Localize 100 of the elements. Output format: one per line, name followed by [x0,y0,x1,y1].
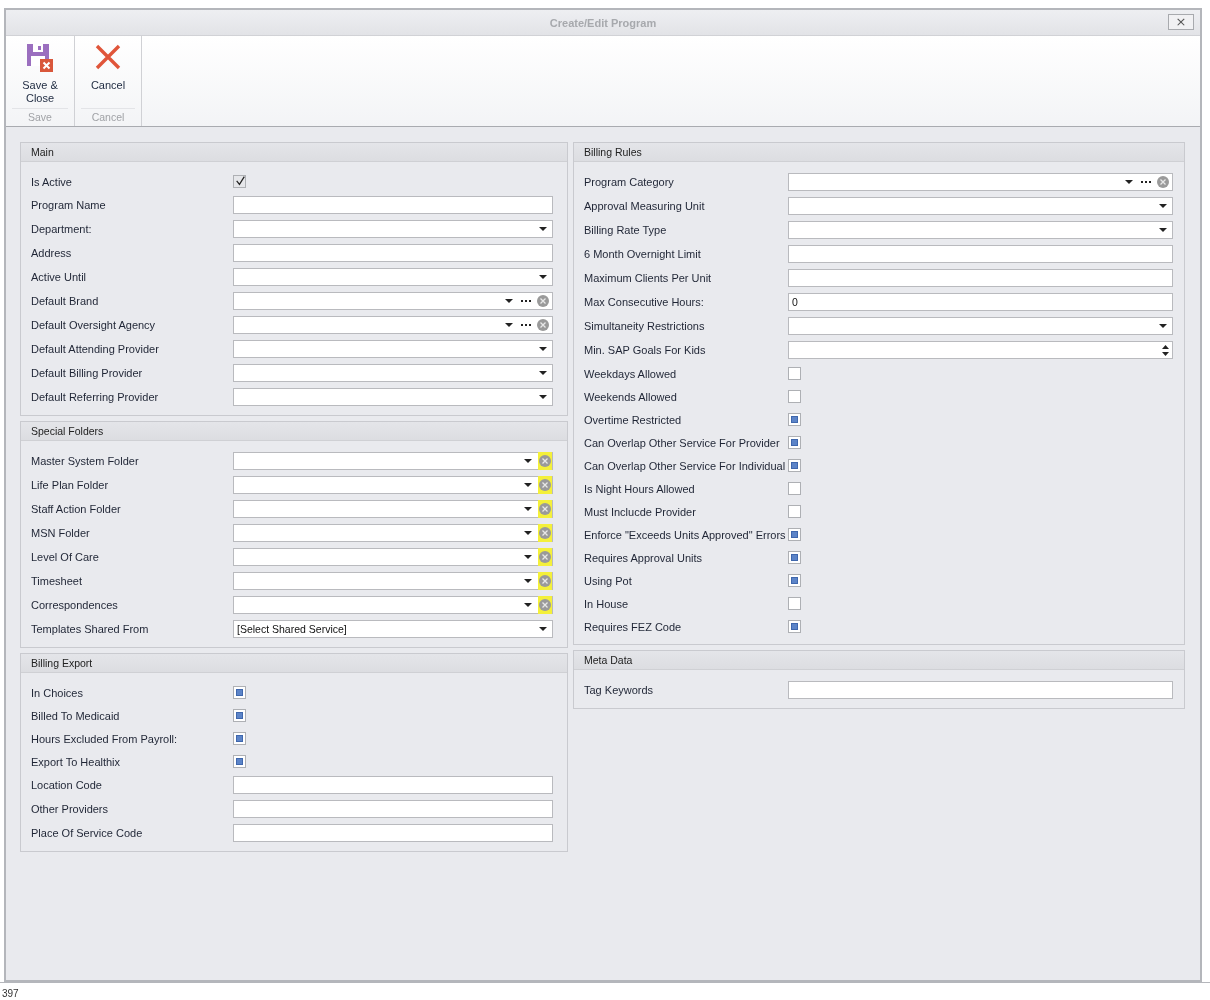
field-label: Is Night Hours Allowed [584,482,696,495]
group-header: Meta Data [574,651,1184,670]
dropdown-field[interactable] [233,524,553,542]
input-field[interactable] [233,244,553,262]
dropdown-arrow-icon [524,603,532,607]
save-icon [25,42,55,72]
field-label: Default Referring Provider [31,391,160,403]
field-label: Location Code [31,779,103,791]
lookup-field[interactable] [233,292,553,310]
field-label: MSN Folder [31,527,91,539]
lookup-field[interactable] [788,173,1173,191]
dropdown-arrow-icon [539,347,547,351]
field-label: Billing Rate Type [584,224,668,236]
dropdown-field[interactable] [233,548,553,566]
input-field[interactable] [233,800,553,818]
field-label: Can Overlap Other Service For Individual [584,459,787,472]
field-label: Approval Measuring Unit [584,200,706,212]
field-label: Master System Folder [31,455,140,467]
dropdown-arrow-icon [1159,204,1167,208]
field-label: Level Of Care [31,551,100,563]
dropdown-field[interactable] [233,340,553,358]
input-field[interactable] [233,824,553,842]
field-label: Correspondences [31,599,119,611]
ribbon-button[interactable]: Save & Close [8,36,72,108]
checkbox[interactable] [233,175,246,188]
input-field[interactable]: 0 [788,293,1173,311]
dropdown-arrow-icon [524,531,532,535]
dropdown-arrow-icon [539,371,547,375]
dropdown-field[interactable] [233,572,553,590]
dropdown-arrow-icon [505,299,513,303]
dropdown-field[interactable] [233,596,553,614]
field-label: Tag Keywords [584,684,655,696]
clear-icon [1157,176,1169,188]
field-label: Can Overlap Other Service For Provider [584,436,781,449]
field-label: Min. SAP Goals For Kids [584,344,707,356]
dropdown-arrow-icon [1159,228,1167,232]
field-label: Requires Approval Units [584,551,703,564]
field-label: Maximum Clients Per Unit [584,272,713,284]
dropdown-arrow-icon [524,507,532,511]
dropdown-field[interactable] [233,500,553,518]
dropdown-field[interactable] [788,197,1173,215]
group-header: Special Folders [21,422,567,441]
field-label: Life Plan Folder [31,479,110,491]
dropdown-field[interactable] [233,364,553,382]
close-button[interactable]: × [1168,14,1194,30]
group-header: Main [21,143,567,162]
checkbox[interactable] [788,367,801,380]
dropdown-arrow-icon [524,483,532,487]
field-label: Weekends Allowed [584,390,678,403]
field-label: Program Name [31,199,107,211]
field-label: Templates Shared From [31,623,150,635]
spin-field[interactable] [788,341,1173,359]
ribbon-group-caption: Save [12,108,68,126]
dropdown-arrow-icon [539,227,547,231]
field-label: Default Billing Provider [31,367,144,379]
input-field[interactable] [788,269,1173,287]
input-field[interactable] [788,245,1173,263]
dropdown-field[interactable] [233,388,553,406]
field-label: Address [31,247,73,259]
field-label: Export To Healthix [31,755,122,768]
field-label: Default Attending Provider [31,343,160,355]
ribbon-button[interactable]: Cancel [77,36,139,108]
dropdown-field[interactable] [233,268,553,286]
field-label: Must Inclucde Provider [584,505,697,518]
checkbox[interactable] [788,597,801,610]
dropdown-field[interactable] [788,317,1173,335]
dropdown-field[interactable] [233,476,553,494]
field-label: Max Consecutive Hours: [584,296,705,308]
background-text: 397 [2,988,19,997]
field-label: Hours Excluded From Payroll: [31,732,179,745]
window-title: Create/Edit Program [549,16,657,29]
group-header: Billing Export [21,654,567,673]
field-label: Requires FEZ Code [584,620,683,633]
dropdown-field[interactable]: [Select Shared Service] [233,620,553,638]
field-label: Active Until [31,271,88,283]
dropdown-field[interactable] [233,452,553,470]
checkbox[interactable] [788,505,801,518]
dropdown-field[interactable] [233,220,553,238]
clear-icon [537,295,549,307]
checkbox[interactable] [788,390,801,403]
dropdown-arrow-icon [539,395,547,399]
field-label: Place Of Service Code [31,827,144,839]
checkbox[interactable] [788,482,801,495]
clear-icon [537,319,549,331]
field-label: Default Oversight Agency [31,319,157,331]
field-label: In House [584,597,630,610]
dropdown-field[interactable] [788,221,1173,239]
field-label: Overtime Restricted [584,413,683,426]
field-label: In Choices [31,686,84,699]
input-field[interactable] [233,196,553,214]
field-label: Timesheet [31,575,83,587]
input-field[interactable] [788,681,1173,699]
input-field[interactable] [233,776,553,794]
dropdown-arrow-icon [505,323,513,327]
field-label: Using Pot [584,574,633,587]
lookup-field[interactable] [233,316,553,334]
spin-arrows-icon [1162,344,1169,356]
field-label: 6 Month Overnight Limit [584,248,702,260]
field-label: Weekdays Allowed [584,367,678,380]
dropdown-arrow-icon [524,459,532,463]
